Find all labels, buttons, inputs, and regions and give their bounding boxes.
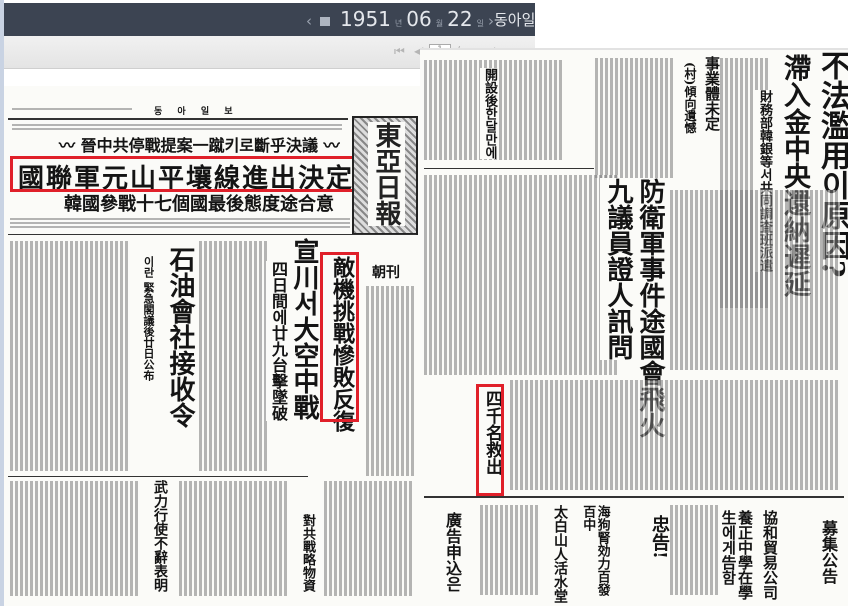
header-title: 동 아 일 보 [154,107,239,117]
divider [424,168,594,169]
edition-label: 朝刊 [372,265,400,281]
text-block [670,190,840,370]
ad-text: 忠告! [649,515,670,559]
article-headline: 石油會社接收令 [165,246,195,428]
article-headline: 九議員證人訊問 [600,178,637,360]
divider [8,476,308,477]
day-value[interactable]: 22 [447,7,472,31]
text-block [179,481,289,596]
ad-block [480,505,540,595]
month-value[interactable]: 06 [406,7,431,31]
text-block [595,58,675,178]
text-block [199,241,269,471]
date-selector: ‹ 1951 년 06 월 22 일 › [306,7,494,31]
text-block [510,380,840,490]
article-subheadline: 四日間에廿九台擊墜破 [266,261,290,421]
highlight-box [476,384,504,496]
ad-text: 協和貿易公司 [761,510,779,600]
calendar-icon[interactable] [320,17,330,26]
newspaper-page-left[interactable]: 동 아 일 보 〰 晉中共停戰提案一蹴키로斷乎決議 〰 國聯軍元山平壤線進出決定… [4,86,420,606]
ad-text: 養正中學在學生에게告함 [719,510,755,600]
article-headline: 對共戰略物資 [298,514,317,592]
first-page-button[interactable]: ⏮ [394,44,405,59]
text-block [10,216,350,228]
article-headline: 宣川서大空中戰 [289,238,319,420]
ad-text: 募集公告 [819,520,838,584]
day-unit: 일 [476,19,484,28]
text-block [424,175,619,375]
date-navigation-bar: ‹ 1951 년 06 월 22 일 › 동아일보 [4,3,535,36]
article-headline: 開設後한달만에 [480,68,499,159]
article-headline: 武力行使不辭表明 [152,480,168,592]
masthead-text: 東亞日報 [368,122,405,226]
year-unit: 년 [394,19,403,28]
month-unit: 월 [435,19,444,28]
highlight-box [10,156,356,192]
kicker-headline: 〰 晉中共停戰提案一蹴키로斷乎決議 〰 [59,136,340,155]
divider [8,234,416,235]
article-subheadline: (村)傾向遺憾 [683,62,697,134]
ad-block [670,505,720,595]
ad-text: 海狗腎効力百發百中 [580,505,610,596]
banner-subheadline: 韓國參戰十七個國最後態度途合意 [64,194,334,215]
newspaper-title: 동아일보 [494,11,535,29]
text-block [10,481,140,596]
highlight-box [320,252,359,422]
article-subheadline: 이란 緊急閣議後廿日公布 [142,256,155,381]
previous-date-button[interactable]: ‹ [306,12,312,30]
text-block [10,241,130,471]
text-line [12,124,342,130]
text-block [324,481,414,596]
ad-text: 廣告申込은 [443,512,462,592]
text-block [366,286,414,476]
year-value[interactable]: 1951 [340,7,391,31]
newspaper-page-right[interactable]: 開設後한달만에 事業體未定 (村)傾向遺憾 不法濫用이原因? 滯入金中央還納遲延… [420,48,848,606]
ad-text: 太白山人活水堂 [552,505,568,603]
divider [8,118,348,120]
divider [424,496,844,498]
header-info [12,106,132,110]
